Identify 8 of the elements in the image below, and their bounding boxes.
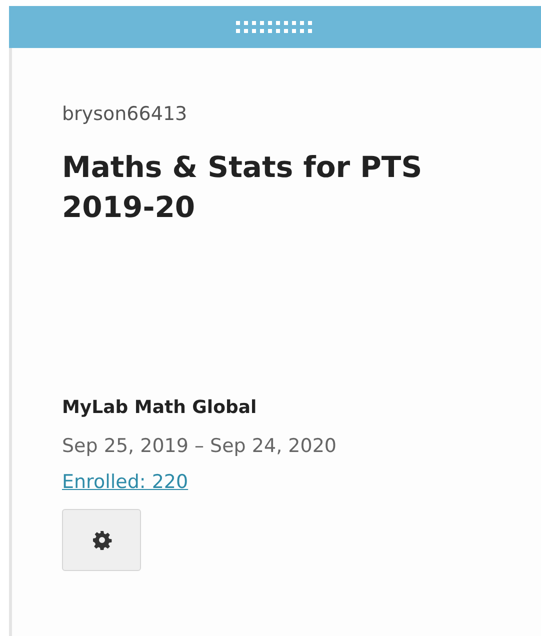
settings-button[interactable] bbox=[62, 509, 141, 571]
drag-handle-icon bbox=[236, 21, 314, 33]
owner-name: bryson66413 bbox=[62, 103, 188, 125]
course-dates: Sep 25, 2019 – Sep 24, 2020 bbox=[62, 435, 336, 457]
product-name: MyLab Math Global bbox=[62, 397, 257, 418]
enrolled-link[interactable]: Enrolled: 220 bbox=[62, 471, 188, 493]
course-title: Maths & Stats for PTS 2019-20 bbox=[62, 149, 424, 226]
settings-icon bbox=[92, 530, 112, 550]
